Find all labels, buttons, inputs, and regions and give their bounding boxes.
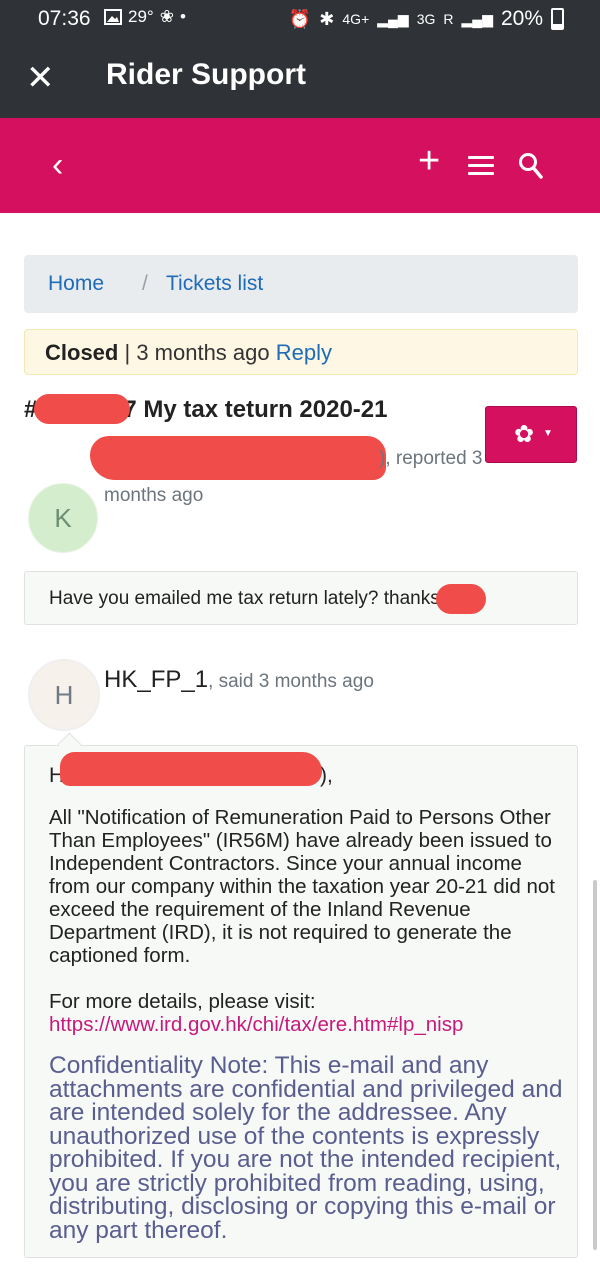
caret-down-icon: ▼ (543, 428, 553, 439)
message-bubble: Have you emailed me tax return lately? t… (24, 571, 578, 625)
author-name: HK_FP_1 (104, 666, 209, 693)
reply-author-line: HK_FP_1, said 3 months ago (104, 666, 374, 694)
roaming-indicator: R (443, 11, 454, 27)
breadcrumb-home-link[interactable]: Home (48, 272, 104, 296)
chevron-left-icon[interactable]: ‹ (52, 146, 63, 185)
battery-icon (551, 8, 564, 30)
avatar: K (28, 483, 98, 553)
status-separator: | (118, 340, 137, 365)
message-body: All "Notification of Remuneration Paid t… (49, 806, 555, 967)
redaction-mark (60, 752, 322, 786)
breadcrumb: Home / Tickets list (24, 255, 578, 313)
author-said: , said 3 months ago (208, 671, 374, 692)
toolbar: ‹ + (0, 118, 600, 213)
weather-area: 29° ❀ • (104, 7, 186, 27)
reported-text: ), reported 3 (379, 448, 483, 469)
signal-icon-2: ▂▄▆ (461, 10, 493, 27)
signal-icon: ▂▄▆ (377, 10, 409, 27)
confidentiality-note: Confidentiality Note: This e-mail and an… (49, 1052, 563, 1244)
message-bubble: H ), All "Notification of Remuneration P… (24, 745, 578, 1258)
ticket-actions-button[interactable]: ✿ ▼ (485, 406, 577, 463)
reported-age: months ago (104, 485, 204, 506)
app-bar: ✕ Rider Support (0, 38, 600, 118)
avatar: H (28, 659, 100, 731)
clock: 07:36 (38, 7, 91, 30)
network-4g: 4G+ (342, 11, 370, 27)
close-icon[interactable]: ✕ (26, 58, 55, 98)
gear-icon: ✿ (514, 421, 535, 448)
image-icon (104, 9, 122, 25)
page-title: Rider Support (106, 58, 306, 91)
status-bar: 07:36 29° ❀ • ⏰ ✱ 4G+ ▂▄▆ 3G R ▂▄▆ 20% (0, 0, 600, 38)
search-icon[interactable] (518, 152, 544, 180)
message-text: Have you emailed me tax return lately? t… (49, 588, 440, 609)
ticket-age: 3 months ago (136, 340, 270, 365)
temperature: 29° (128, 7, 154, 26)
alarm-icon: ⏰ (288, 8, 312, 29)
more-details-text: For more details, please visit: (49, 990, 316, 1013)
dot-icon: • (179, 7, 186, 26)
bluetooth-icon: ✱ (319, 8, 335, 29)
reporter-line: ), reported 3 (379, 448, 483, 470)
fan-icon: ❀ (159, 7, 174, 26)
battery-percent: 20% (500, 7, 543, 30)
ticket-status-box: Closed | 3 months ago Reply (24, 329, 578, 375)
network-3g: 3G (416, 11, 436, 27)
breadcrumb-tickets-link[interactable]: Tickets list (166, 272, 263, 296)
redaction-mark (34, 394, 130, 424)
breadcrumb-separator: / (142, 272, 148, 295)
hamburger-icon[interactable] (468, 156, 494, 176)
redaction-mark (436, 584, 486, 614)
plus-icon[interactable]: + (418, 140, 440, 183)
redaction-mark (90, 436, 386, 480)
status-badge: Closed (45, 340, 119, 365)
scrollbar[interactable] (593, 880, 597, 1250)
reply-link[interactable]: Reply (276, 340, 332, 365)
ticket-title-text: 7 My tax teturn 2020-21 (123, 396, 388, 423)
greeting-end: ), (320, 764, 333, 787)
ird-link[interactable]: https://www.ird.gov.hk/chi/tax/ere.htm#l… (49, 1013, 463, 1037)
status-indicators: ⏰ ✱ 4G+ ▂▄▆ 3G R ▂▄▆ 20% (289, 7, 564, 31)
